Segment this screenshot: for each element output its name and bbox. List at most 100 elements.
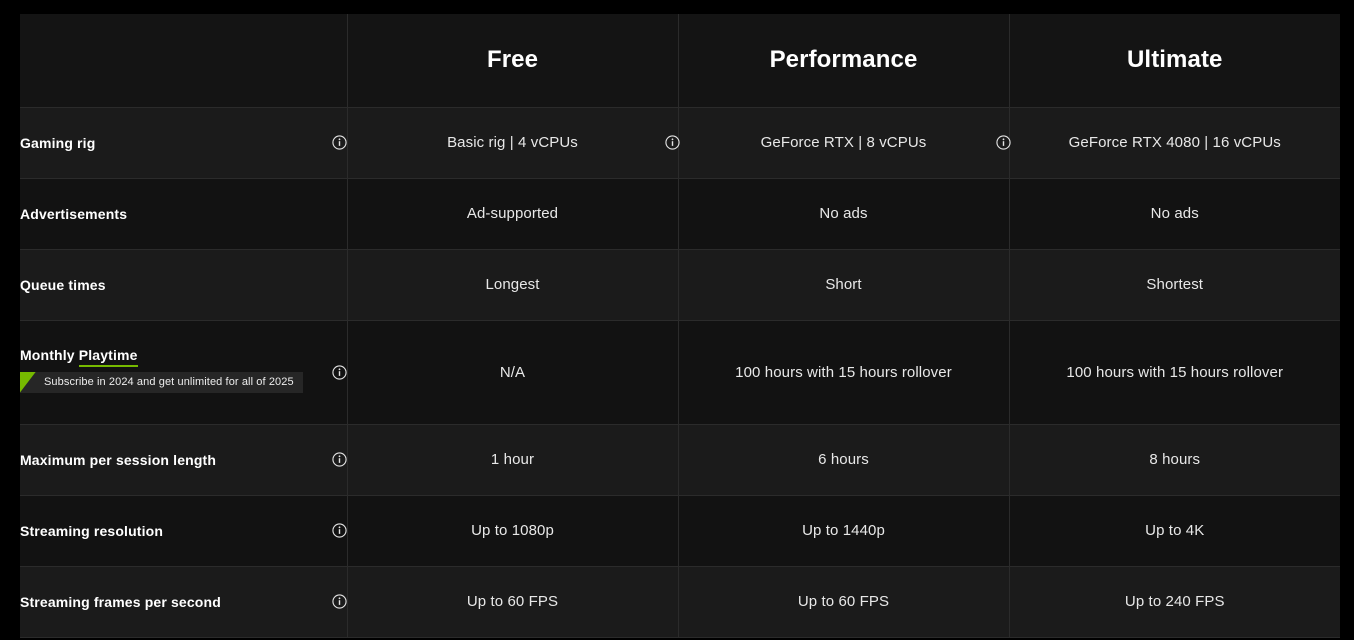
value-text: 100 hours with 15 hours rollover [735, 363, 952, 381]
value-cell-ultimate: GeForce RTX 4080 | 16 vCPUs [1008, 107, 1341, 179]
value-cell-free: N/A [346, 320, 678, 425]
feature-label-prefix: Monthly [20, 346, 79, 363]
value-cell-ultimate: Up to 240 FPS [1008, 566, 1341, 638]
value-inner: No ads [679, 205, 1009, 222]
info-icon[interactable] [664, 135, 680, 150]
value-text: GeForce RTX 4080 | 16 vCPUs [1068, 134, 1281, 151]
feature-label-cell: Maximum per session length [20, 424, 347, 496]
value-inner: Up to 240 FPS [1010, 593, 1341, 610]
info-icon[interactable] [331, 452, 347, 467]
table-row: Streaming frames per second Up to 60 FPS U… [20, 566, 1341, 638]
value-text: 1 hour [490, 451, 535, 468]
value-inner: Short [679, 276, 1009, 293]
feature-label-highlight: Playtime [78, 346, 138, 367]
value-inner: 8 hours [1010, 451, 1341, 468]
feature-label-cell: Streaming resolution [20, 495, 347, 567]
feature-label-block: Queue times [20, 277, 106, 293]
feature-label-cell: Queue times [20, 249, 347, 321]
feature-label-text: Gaming rig [20, 134, 96, 151]
feature-label-text: Queue times [20, 276, 106, 293]
value-inner: Longest [348, 276, 678, 293]
value-text: Up to 60 FPS [797, 593, 890, 610]
value-text: Up to 4K [1145, 522, 1205, 539]
value-cell-free: Up to 60 FPS [346, 566, 678, 638]
table-body: Gaming rig Basic rig | 4 vCPUs GeForce RTX… [20, 107, 1341, 638]
plan-comparison-table-wrapper: Free Performance Ultimate Gaming rig Basi… [20, 14, 1340, 638]
value-inner: Shortest [1010, 276, 1341, 293]
plan-comparison-table: Free Performance Ultimate Gaming rig Basi… [20, 14, 1340, 638]
promo-badge: Subscribe in 2024 and get unlimited for … [20, 371, 303, 393]
value-cell-performance: No ads [677, 178, 1009, 250]
table-row: Maximum per session length 1 hour 6 hours 8… [20, 424, 1341, 496]
feature-label-cell: Gaming rig [20, 107, 347, 179]
value-text: 8 hours [1149, 451, 1201, 468]
promo-triangle-icon [20, 371, 36, 393]
info-icon[interactable] [331, 364, 347, 380]
label-column-header [20, 14, 347, 108]
value-cell-free: Ad-supported [346, 178, 678, 250]
value-cell-ultimate: 100 hours with 15 hours rollover [1008, 320, 1341, 425]
value-cell-ultimate: Shortest [1008, 249, 1341, 321]
feature-label-cell: Advertisements [20, 178, 347, 250]
feature-label-text: Streaming frames per second [20, 593, 221, 610]
info-icon[interactable] [995, 135, 1011, 150]
value-cell-free: Up to 1080p [346, 495, 678, 567]
feature-label-block: Gaming rig [20, 135, 95, 151]
value-text: GeForce RTX | 8 vCPUs [760, 134, 927, 151]
feature-label-block: Streaming frames per second [20, 594, 221, 610]
feature-label-inner: Streaming resolution [20, 523, 347, 539]
info-icon[interactable] [331, 594, 347, 609]
value-cell-free: 1 hour [346, 424, 678, 496]
value-inner: 100 hours with 15 hours rollover [1010, 364, 1341, 381]
value-text: No ads [819, 205, 868, 222]
feature-label-inner: Gaming rig [20, 135, 347, 151]
value-inner: Basic rig | 4 vCPUs [348, 134, 680, 151]
value-inner: Up to 1080p [348, 522, 678, 539]
feature-label-block: Advertisements [20, 206, 127, 222]
value-text: No ads [1150, 205, 1199, 222]
value-cell-ultimate: 8 hours [1008, 424, 1341, 496]
feature-label-inner: Maximum per session length [20, 452, 347, 468]
value-inner: 1 hour [348, 451, 678, 468]
value-inner: 6 hours [679, 451, 1009, 468]
feature-label-block: Maximum per session length [20, 452, 216, 468]
value-inner: GeForce RTX 4080 | 16 vCPUs [1010, 134, 1341, 151]
table-row: Monthly Playtime Subscribe in 2024 and ge… [20, 320, 1341, 425]
feature-label-text: Streaming resolution [20, 522, 164, 539]
value-text: 6 hours [818, 451, 869, 468]
table-row: Streaming resolution Up to 1080p Up to 144… [20, 495, 1341, 567]
value-cell-performance: Up to 60 FPS [677, 566, 1009, 638]
value-text: Longest [485, 276, 540, 293]
table-row: Advertisements Ad-supported No ads No ads [20, 178, 1341, 250]
value-inner: N/A [348, 364, 678, 381]
value-text: Ad-supported [466, 205, 559, 222]
value-cell-performance: GeForce RTX | 8 vCPUs [677, 107, 1011, 179]
plan-header-performance: Performance [677, 14, 1009, 108]
feature-label-cell: Streaming frames per second [20, 566, 347, 638]
feature-label-text: Monthly Playtime [20, 346, 303, 367]
feature-label-block: Streaming resolution [20, 523, 163, 539]
feature-label-cell: Monthly Playtime Subscribe in 2024 and ge… [20, 320, 347, 425]
table-row: Gaming rig Basic rig | 4 vCPUs GeForce RTX… [20, 107, 1341, 179]
plan-header-ultimate: Ultimate [1008, 14, 1340, 108]
value-cell-performance: Short [677, 249, 1009, 321]
feature-label-inner: Streaming frames per second [20, 594, 347, 610]
value-text: Up to 240 FPS [1124, 593, 1225, 610]
value-inner: No ads [1010, 205, 1341, 222]
value-text: Short [825, 276, 862, 293]
value-text: Up to 1080p [471, 522, 554, 539]
info-icon[interactable] [331, 523, 347, 538]
info-icon[interactable] [331, 135, 347, 150]
page-root: Free Performance Ultimate Gaming rig Basi… [0, 0, 1354, 640]
value-text: Up to 60 FPS [466, 593, 559, 610]
table-row: Queue times Longest Short Shortest [20, 249, 1341, 321]
value-text: Basic rig | 4 vCPUs [447, 134, 578, 151]
feature-label-block: Monthly Playtime Subscribe in 2024 and ge… [20, 346, 303, 398]
promo-badge-text: Subscribe in 2024 and get unlimited for … [44, 376, 294, 388]
table-header-row: Free Performance Ultimate [20, 14, 1340, 108]
value-inner: Up to 4K [1010, 522, 1341, 539]
value-inner: Ad-supported [348, 205, 678, 222]
value-cell-ultimate: Up to 4K [1008, 495, 1341, 567]
value-inner: Up to 60 FPS [348, 593, 678, 610]
value-cell-performance: 100 hours with 15 hours rollover [677, 320, 1009, 425]
